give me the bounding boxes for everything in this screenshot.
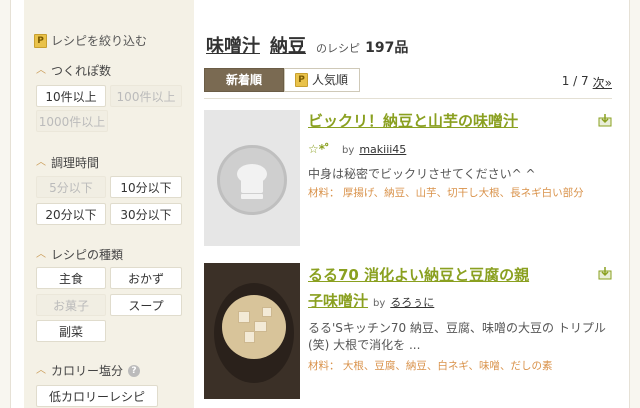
tofu-piece (238, 311, 250, 323)
recipe-title-link[interactable]: ビックリ！納豆と山芋の味噌汁 (308, 110, 518, 132)
filter-low-calorie[interactable]: 低カロリーレシピ (36, 385, 158, 407)
chef-hat-shape (237, 164, 267, 199)
sort-popular-tab[interactable]: P 人気順 (284, 68, 360, 92)
pagination: 1 / 7 次» (562, 74, 612, 91)
save-recipe-icon[interactable] (598, 113, 612, 127)
save-recipe-icon[interactable] (598, 266, 612, 280)
section-calorie-title: カロリー塩分 (51, 364, 124, 378)
recipe-description: るる'Sキッチン70 納豆、豆腐、味噌の大豆の トリプル(笑) 大根で消化を .… (308, 321, 606, 352)
recipe-thumbnail-placeholder[interactable] (204, 110, 300, 246)
help-icon[interactable]: ? (128, 364, 141, 377)
filter-time-20[interactable]: 20分以下 (36, 203, 106, 225)
sort-popular-label: 人気順 (312, 73, 349, 87)
chevron-up-icon: ︿ (36, 64, 46, 76)
recipe-title-link-cont[interactable]: 子味噌汁 (308, 290, 368, 312)
section-calorie[interactable]: ︿ カロリー塩分 ? (36, 362, 141, 379)
filter-kind-main[interactable]: 主食 (36, 267, 106, 289)
section-kind-title: レシピの種類 (51, 248, 124, 262)
chevron-up-icon: ︿ (36, 364, 46, 376)
section-time[interactable]: ︿ 調理時間 (36, 154, 99, 171)
keyword-link-1[interactable]: 味噌汁 (206, 32, 260, 58)
sort-tabs: 新着順 P 人気順 (204, 68, 360, 92)
recipe-byline: 子味噌汁 by るろぅに (308, 290, 434, 312)
filter-tsukurepo-100: 100件以上 (110, 85, 182, 107)
page-info: 1 / 7 (561, 74, 589, 88)
recipe-photo[interactable] (204, 263, 300, 399)
author-link[interactable]: るろぅに (390, 294, 434, 310)
divider (204, 98, 612, 99)
count-label: のレシピ (316, 42, 360, 55)
author-link[interactable]: makiii45 (359, 143, 406, 156)
chef-hat-icon (217, 145, 287, 215)
filter-kind-soup[interactable]: スープ (110, 294, 182, 316)
filter-title: レシピを絞り込む (51, 34, 148, 48)
filter-sidebar: P レシピを絞り込む ︿ つくれぽ数 10件以上 100件以上 1000件以上 … (24, 0, 194, 408)
tofu-piece (262, 307, 272, 317)
filter-kind-sweets: お菓子 (36, 294, 106, 316)
recipe-ingredients: 材料： 大根、豆腐、納豆、白ネギ、味噌、だしの素 (308, 360, 553, 372)
recipe-byline: ☆*゜ by makiii45 (308, 140, 406, 157)
recipe-title-link[interactable]: るる70 消化よい納豆と豆腐の親 (308, 264, 529, 286)
filter-tsukurepo-10[interactable]: 10件以上 (36, 85, 106, 107)
section-tsukurepo-title: つくれぽ数 (51, 64, 112, 78)
filter-header: P レシピを絞り込む (34, 32, 147, 49)
recipe-title-stars[interactable]: ☆*゜ (308, 140, 337, 157)
recipe-ingredients: 材料： 厚揚げ、納豆、山芋、切干し大根、長ネギ白い部分 (308, 187, 584, 199)
keyword-link-2[interactable]: 納豆 (270, 32, 306, 58)
filter-kind-sidedish[interactable]: 副菜 (36, 320, 106, 342)
chevron-up-icon: ︿ (36, 156, 46, 168)
tofu-piece (244, 331, 255, 343)
filter-kind-side[interactable]: おかず (110, 267, 182, 289)
recipe-description: 中身は秘密でビックリさせてください^ ^ (308, 167, 536, 181)
chevron-up-icon: ︿ (36, 248, 46, 260)
section-tsukurepo[interactable]: ︿ つくれぽ数 (36, 62, 111, 79)
section-kind[interactable]: ︿ レシピの種類 (36, 246, 123, 263)
by-label: by (342, 145, 355, 156)
filter-time-5: 5分以下 (36, 176, 106, 198)
premium-p-icon: P (34, 33, 47, 48)
filter-time-30[interactable]: 30分以下 (110, 203, 182, 225)
recipe-count: 197品 (365, 40, 409, 56)
section-time-title: 調理時間 (51, 156, 100, 170)
search-heading: 味噌汁 納豆 のレシピ 197品 (206, 32, 408, 58)
filter-tsukurepo-1000: 1000件以上 (36, 110, 108, 132)
premium-p-icon: P (295, 73, 308, 87)
next-page-link[interactable]: 次» (593, 74, 612, 91)
sort-newest-tab[interactable]: 新着順 (204, 68, 284, 92)
by-label: by (373, 298, 386, 309)
tofu-piece (254, 321, 267, 332)
filter-time-10[interactable]: 10分以下 (110, 176, 182, 198)
